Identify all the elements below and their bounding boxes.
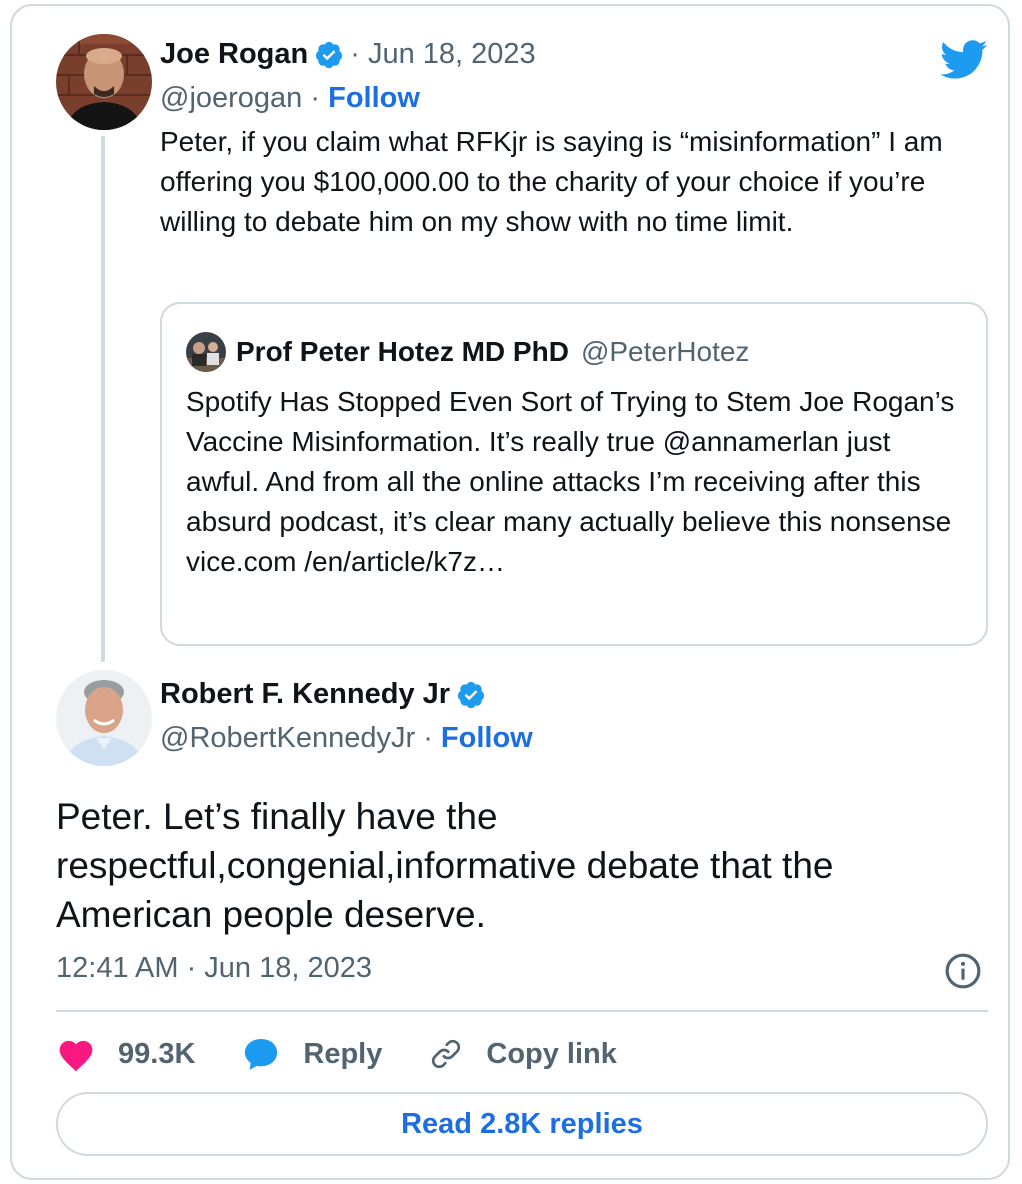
- joe-rogan-avatar[interactable]: [56, 34, 152, 130]
- tweet1-header: Joe Rogan · Jun 18, 2023: [160, 38, 536, 71]
- tweet2-timestamp[interactable]: 12:41 AM · Jun 18, 2023: [56, 952, 372, 985]
- tweet1-handle[interactable]: @joerogan: [160, 82, 302, 114]
- like-count: 99.3K: [118, 1037, 196, 1070]
- tweet2-text: Peter. Let’s finally have the respectful…: [56, 796, 834, 935]
- quoted-author-handle: @PeterHotez: [580, 336, 750, 367]
- quoted-tweet-header: Prof Peter Hotez MD PhD @PeterHotez: [186, 332, 749, 372]
- thread-connector-line: [101, 136, 105, 662]
- tweet2-follow-link[interactable]: Follow: [441, 722, 533, 754]
- tweet2-author-name[interactable]: Robert F. Kennedy Jr: [160, 678, 450, 711]
- peter-hotez-avatar: [186, 332, 226, 372]
- quoted-tweet-text: Spotify Has Stopped Even Sort of Trying …: [186, 386, 955, 577]
- info-icon[interactable]: [944, 952, 982, 990]
- tweet2-handle[interactable]: @RobertKennedyJr: [160, 722, 415, 754]
- copy-link-label: Copy link: [486, 1037, 617, 1070]
- quoted-author-name: Prof Peter Hotez MD PhD: [236, 336, 569, 367]
- tweet2-handle-row: @RobertKennedyJr · Follow: [160, 722, 533, 755]
- tweet1-follow-link[interactable]: Follow: [328, 82, 420, 114]
- tweet1-text: Peter, if you claim what RFKjr is saying…: [160, 126, 943, 237]
- tweet2-header: Robert F. Kennedy Jr: [160, 678, 486, 711]
- reply-bubble-icon: [245, 1038, 278, 1070]
- divider: [56, 1010, 988, 1012]
- rfk-jr-avatar[interactable]: [56, 670, 152, 766]
- verified-badge-icon: [457, 681, 485, 708]
- quoted-tweet[interactable]: Prof Peter Hotez MD PhD @PeterHotez Spot…: [160, 302, 988, 646]
- twitter-bird-icon[interactable]: [940, 40, 988, 80]
- reply-label: Reply: [303, 1037, 383, 1070]
- separator-dot: ·: [423, 722, 433, 754]
- action-bar: 99.3K Reply Copy link: [56, 1030, 663, 1078]
- separator-dot: ·: [310, 82, 321, 114]
- tweet1-handle-row: @joerogan · Follow: [160, 82, 420, 115]
- reply-button[interactable]: Reply: [241, 1035, 382, 1073]
- link-icon: [432, 1039, 461, 1069]
- tweet1-author-name[interactable]: Joe Rogan: [160, 38, 308, 71]
- read-replies-button[interactable]: Read 2.8K replies: [56, 1092, 988, 1156]
- heart-icon: [59, 1040, 93, 1072]
- copy-link-button[interactable]: Copy link: [428, 1036, 617, 1072]
- embedded-tweet-card: Joe Rogan · Jun 18, 2023 @joerogan · Fol…: [10, 4, 1010, 1180]
- like-button[interactable]: 99.3K: [56, 1036, 195, 1072]
- verified-badge-icon: [316, 41, 343, 68]
- tweet1-date[interactable]: · Jun 18, 2023: [350, 38, 535, 71]
